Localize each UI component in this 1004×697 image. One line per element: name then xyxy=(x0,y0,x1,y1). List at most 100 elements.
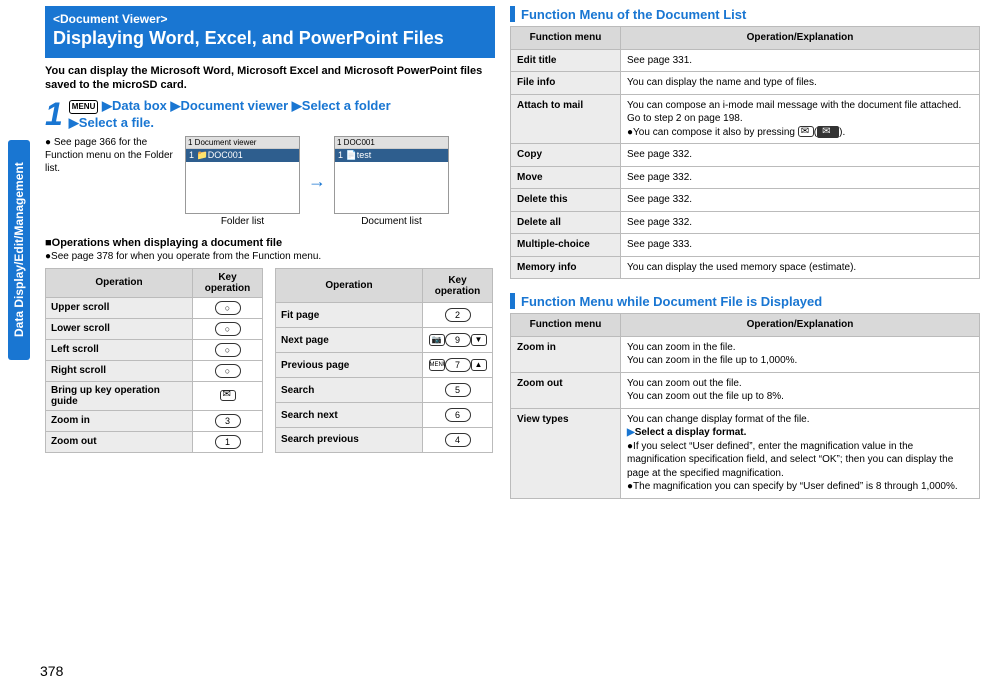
op-key: 1 xyxy=(193,431,263,452)
step-part-2: Select a folder xyxy=(302,98,391,113)
title-sub: <Document Viewer> xyxy=(53,12,487,26)
step-part-0: Data box xyxy=(112,98,167,113)
ops-note: ●See page 378 for when you operate from … xyxy=(45,251,495,262)
fm-exp: See page 331. xyxy=(621,49,980,72)
op-label: Fit page xyxy=(276,303,423,328)
th-operation: Operation xyxy=(276,268,423,302)
op-table-right: OperationKey operation Fit page2 Next pa… xyxy=(275,268,493,453)
menu-key-icon: MENU xyxy=(429,359,445,371)
fm-label: Memory info xyxy=(511,256,621,279)
key-6-icon: 6 xyxy=(445,408,471,422)
th-key: Key operation xyxy=(193,268,263,297)
fm-label: Delete this xyxy=(511,189,621,212)
dpad-right-icon: ○ xyxy=(215,364,241,378)
key-4-icon: 4 xyxy=(445,433,471,447)
op-table-left: OperationKey operation Upper scroll ○ Low… xyxy=(45,268,263,453)
op-key: MENU7▲ xyxy=(423,353,493,378)
key-3-icon: 3 xyxy=(215,414,241,428)
op-label: Lower scroll xyxy=(46,318,193,339)
key-5-icon: 5 xyxy=(445,383,471,397)
screen-row-text: test xyxy=(357,150,372,160)
view-types-head: You can change display format of the fil… xyxy=(627,414,810,425)
fm-exp: You can display the name and type of fil… xyxy=(621,72,980,95)
step-part-3: Select a file. xyxy=(79,115,154,130)
key-2-icon: 2 xyxy=(445,308,471,322)
down-key-icon: ▼ xyxy=(471,334,487,346)
arrow-right-icon: → xyxy=(308,171,326,192)
right-column: Function Menu of the Document List Funct… xyxy=(510,6,980,513)
key-7-icon: 7 xyxy=(445,358,471,372)
document-list-screen-block: 1 DOC001 1 📄test Document list xyxy=(334,136,449,227)
fm-label: Zoom in xyxy=(511,336,621,372)
arrow-icon: ▶ xyxy=(627,427,635,438)
dpad-down-icon: ○ xyxy=(215,322,241,336)
fm-disp-table: Function menuOperation/Explanation Zoom … xyxy=(510,313,980,499)
fm-list-header: Function Menu of the Document List xyxy=(510,6,980,22)
mail-dark-icon xyxy=(817,126,839,138)
fm-exp: You can zoom out the file.You can zoom o… xyxy=(621,372,980,408)
fm-exp: See page 332. xyxy=(621,144,980,167)
fm-label: File info xyxy=(511,72,621,95)
folder-list-screen: 1 Document viewer 1 📁DOC001 xyxy=(185,136,300,214)
fm-label: Delete all xyxy=(511,211,621,234)
op-key: ○ xyxy=(193,297,263,318)
th-key: Key operation xyxy=(423,268,493,302)
title-main: Displaying Word, Excel, and PowerPoint F… xyxy=(53,28,487,50)
fm-label: Edit title xyxy=(511,49,621,72)
fm-list-title: Function Menu of the Document List xyxy=(521,7,746,22)
title-block: <Document Viewer> Displaying Word, Excel… xyxy=(45,6,495,58)
bar-icon xyxy=(510,6,515,22)
op-label: Left scroll xyxy=(46,339,193,360)
key-9-icon: 9 xyxy=(445,333,471,347)
side-tab: Data Display/Edit/Management xyxy=(8,140,30,360)
op-key: ○ xyxy=(193,339,263,360)
screen-pair: 1 Document viewer 1 📁DOC001 Folder list … xyxy=(185,136,449,227)
th-operation: Operation xyxy=(46,268,193,297)
mail-icon xyxy=(220,390,236,401)
op-key: 5 xyxy=(423,378,493,403)
mail-icon xyxy=(798,126,814,137)
menu-icon: MENU xyxy=(69,100,99,114)
operation-tables: OperationKey operation Upper scroll○ Low… xyxy=(45,268,495,453)
fm-exp: You can compose an i-mode mail message w… xyxy=(621,94,980,144)
camera-key-icon: 📷 xyxy=(429,334,445,346)
fm-exp: You can change display format of the fil… xyxy=(621,408,980,498)
document-list-screen: 1 DOC001 1 📄test xyxy=(334,136,449,214)
op-label: Search xyxy=(276,378,423,403)
ops-heading: ■Operations when displaying a document f… xyxy=(45,237,495,249)
intro-text: You can display the Microsoft Word, Micr… xyxy=(45,64,495,93)
op-key: 2 xyxy=(423,303,493,328)
fm-list-table: Function menuOperation/Explanation Edit … xyxy=(510,26,980,279)
view-types-bullet1: ●If you select “User defined”, enter the… xyxy=(627,441,953,479)
fm-label: View types xyxy=(511,408,621,498)
dpad-up-icon: ○ xyxy=(215,301,241,315)
fm-label: Attach to mail xyxy=(511,94,621,144)
fm-label: Multiple-choice xyxy=(511,234,621,257)
op-label: Zoom out xyxy=(46,431,193,452)
screen-row-text: DOC001 xyxy=(208,150,243,160)
fm-disp-title: Function Menu while Document File is Dis… xyxy=(521,294,822,309)
fm-exp: See page 333. xyxy=(621,234,980,257)
arrow-icon: ▶ xyxy=(102,98,112,113)
th-exp: Operation/Explanation xyxy=(621,314,980,337)
bar-icon xyxy=(510,293,515,309)
fm-label: Zoom out xyxy=(511,372,621,408)
op-key xyxy=(193,381,263,410)
op-key: ○ xyxy=(193,318,263,339)
fm-exp: See page 332. xyxy=(621,189,980,212)
dpad-left-icon: ○ xyxy=(215,343,241,357)
screen-header: 1 DOC001 xyxy=(335,137,448,149)
op-label: Zoom in xyxy=(46,410,193,431)
th-menu: Function menu xyxy=(511,27,621,50)
op-key: 3 xyxy=(193,410,263,431)
view-types-bullet2: ●The magnification you can specify by “U… xyxy=(627,481,958,492)
fm-label: Copy xyxy=(511,144,621,167)
arrow-icon: ▶ xyxy=(171,98,181,113)
fm-label: Move xyxy=(511,166,621,189)
screen-row-hl: 1 📄test xyxy=(335,149,448,162)
op-label: Upper scroll xyxy=(46,297,193,318)
left-column: <Document Viewer> Displaying Word, Excel… xyxy=(45,6,495,453)
arrow-icon: ▶ xyxy=(292,98,302,113)
op-key: 6 xyxy=(423,403,493,428)
view-types-select: Select a display format. xyxy=(635,427,747,438)
